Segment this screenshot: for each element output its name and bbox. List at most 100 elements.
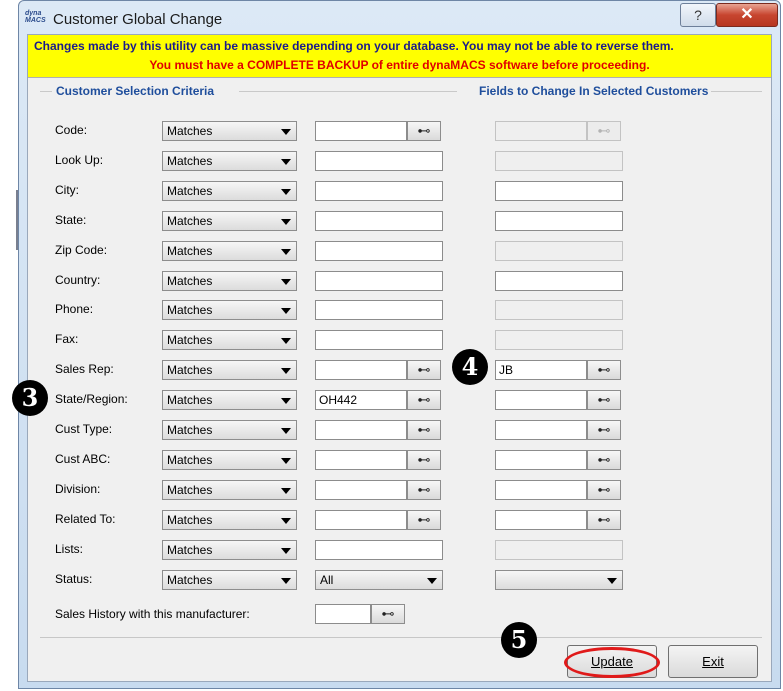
chevron-down-icon [281,129,291,135]
look-up-operator-select[interactable]: Matches [162,151,297,171]
cust-type-label: Cust Type: [55,422,113,436]
zip-code-change-field [495,241,623,261]
status-value-select[interactable]: All [315,570,443,590]
status-operator-value: Matches [167,573,213,587]
chevron-down-icon [281,189,291,195]
fax-operator-value: Matches [167,333,213,347]
state-change-field[interactable] [495,211,623,231]
binoculars-icon: ⊷ [597,123,611,138]
state-criteria-field[interactable] [315,211,443,231]
criteria-group-title: Customer Selection Criteria [52,84,219,98]
sales-rep-operator-select[interactable]: Matches [162,360,297,380]
group-divider [40,91,52,92]
code-label: Code: [55,123,88,137]
division-criteria-field[interactable] [315,480,407,500]
division-operator-select[interactable]: Matches [162,480,297,500]
cust-abc-change-field[interactable] [495,450,587,470]
cust-type-criteria-field[interactable] [315,420,407,440]
code-operator-select[interactable]: Matches [162,121,297,141]
division-change-field[interactable] [495,480,587,500]
country-criteria-field[interactable] [315,271,443,291]
cust-type-criteria-lookup-button[interactable]: ⊷ [407,420,441,440]
lists-criteria-field[interactable] [315,540,443,560]
fax-operator-select[interactable]: Matches [162,330,297,350]
lists-change-field [495,540,623,560]
close-button[interactable]: ✕ [716,3,778,27]
related-to-criteria-lookup-button[interactable]: ⊷ [407,510,441,530]
exit-button[interactable]: Exit [668,645,758,678]
binoculars-icon: ⊷ [417,512,431,527]
cust-type-change-field[interactable] [495,420,587,440]
sales-history-lookup-button[interactable]: ⊷ [371,604,405,624]
country-label: Country: [55,273,101,287]
warning-line-2: You must have a COMPLETE BACKUP of entir… [149,58,650,72]
warning-banner: Changes made by this utility can be mass… [28,35,771,78]
chevron-down-icon [281,308,291,314]
state-region-criteria-field[interactable]: OH442 [315,390,407,410]
division-label: Division: [55,482,101,496]
related-to-change-lookup-button[interactable]: ⊷ [587,510,621,530]
cust-abc-change-lookup-button[interactable]: ⊷ [587,450,621,470]
cust-type-change-lookup-button[interactable]: ⊷ [587,420,621,440]
binoculars-icon: ⊷ [597,422,611,437]
sales-history-field[interactable] [315,604,371,624]
code-criteria-field[interactable] [315,121,407,141]
city-change-field[interactable] [495,181,623,201]
fax-criteria-field[interactable] [315,330,443,350]
sales-rep-criteria-field[interactable] [315,360,407,380]
phone-operator-select[interactable]: Matches [162,300,297,320]
related-to-change-field[interactable] [495,510,587,530]
city-criteria-field[interactable] [315,181,443,201]
cust-abc-operator-select[interactable]: Matches [162,450,297,470]
chevron-down-icon [281,398,291,404]
binoculars-icon: ⊷ [597,482,611,497]
state-region-operator-select[interactable]: Matches [162,390,297,410]
chevron-down-icon [281,518,291,524]
phone-operator-value: Matches [167,303,213,317]
sales-rep-criteria-lookup-button[interactable]: ⊷ [407,360,441,380]
chevron-down-icon [281,428,291,434]
status-change-select[interactable] [495,570,623,590]
look-up-change-field [495,151,623,171]
look-up-criteria-field[interactable] [315,151,443,171]
country-operator-select[interactable]: Matches [162,271,297,291]
chevron-down-icon [607,578,617,584]
zip-code-operator-select[interactable]: Matches [162,241,297,261]
code-change-lookup-button: ⊷ [587,121,621,141]
code-criteria-lookup-button[interactable]: ⊷ [407,121,441,141]
binoculars-icon: ⊷ [417,452,431,467]
zip-code-criteria-field[interactable] [315,241,443,261]
cust-type-operator-select[interactable]: Matches [162,420,297,440]
state-operator-select[interactable]: Matches [162,211,297,231]
related-to-operator-select[interactable]: Matches [162,510,297,530]
fax-change-field [495,330,623,350]
status-operator-select[interactable]: Matches [162,570,297,590]
division-criteria-lookup-button[interactable]: ⊷ [407,480,441,500]
division-change-lookup-button[interactable]: ⊷ [587,480,621,500]
sales-history-label: Sales History with this manufacturer: [55,607,250,621]
related-to-label: Related To: [55,512,116,526]
chevron-down-icon [427,578,437,584]
window-title: Customer Global Change [53,11,223,28]
sales-rep-change-lookup-button[interactable]: ⊷ [587,360,621,380]
binoculars-icon: ⊷ [417,123,431,138]
sales-rep-change-field[interactable]: JB [495,360,587,380]
status-value-text: All [320,573,334,587]
code-change-field [495,121,587,141]
state-region-criteria-lookup-button[interactable]: ⊷ [407,390,441,410]
binoculars-icon: ⊷ [417,482,431,497]
cust-abc-criteria-field[interactable] [315,450,407,470]
city-operator-select[interactable]: Matches [162,181,297,201]
state-region-change-lookup-button[interactable]: ⊷ [587,390,621,410]
phone-criteria-field[interactable] [315,300,443,320]
help-button[interactable]: ? [680,3,716,27]
lists-label: Lists: [55,542,84,556]
country-change-field[interactable] [495,271,623,291]
cust-abc-criteria-lookup-button[interactable]: ⊷ [407,450,441,470]
related-to-criteria-field[interactable] [315,510,407,530]
title-bar: dyna MACS Customer Global Change ? ✕ [19,1,780,35]
lists-operator-select[interactable]: Matches [162,540,297,560]
state-region-change-field[interactable] [495,390,587,410]
status-label: Status: [55,572,93,586]
cust-type-operator-value: Matches [167,423,213,437]
